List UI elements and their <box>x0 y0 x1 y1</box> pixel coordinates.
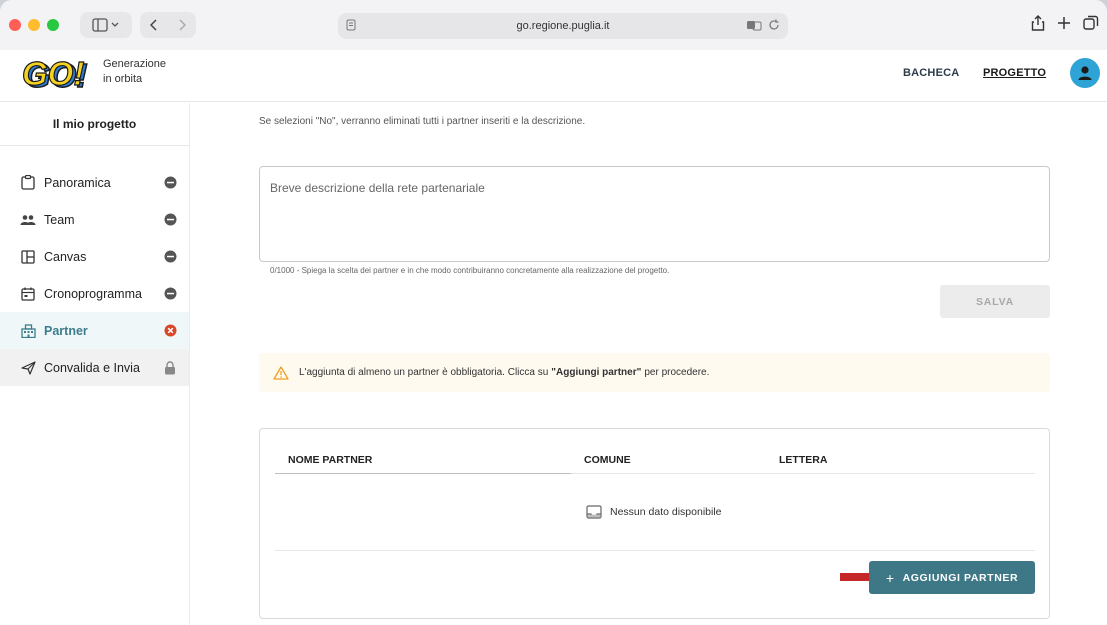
minus-icon <box>163 176 177 190</box>
brand-name: Generazione in orbita <box>103 58 166 85</box>
table-footer-divider <box>275 550 1035 551</box>
calendar-icon <box>20 286 36 302</box>
save-button[interactable]: SALVA <box>940 285 1050 318</box>
description-textarea[interactable] <box>260 167 1049 261</box>
warning-icon <box>273 365 289 380</box>
required-partner-alert: L'aggiunta di almeno un partner è obblig… <box>259 353 1050 392</box>
share-icon[interactable] <box>1031 15 1045 31</box>
sort-indicator <box>275 473 571 474</box>
url-text: go.regione.puglia.it <box>516 20 610 32</box>
maximize-window-button[interactable] <box>47 19 59 31</box>
inbox-icon <box>586 505 602 519</box>
column-lettera[interactable]: LETTERA <box>779 454 827 466</box>
main-content: Se selezioni "No", verranno eliminati tu… <box>191 103 1107 625</box>
building-icon <box>20 323 36 339</box>
sidebar-title: Il mio progetto <box>0 103 189 146</box>
browser-toolbar: go.regione.puglia.it <box>0 0 1107 50</box>
nav-progetto[interactable]: PROGETTO <box>983 67 1046 79</box>
column-nome-partner[interactable]: NOME PARTNER <box>288 454 372 466</box>
send-icon <box>20 360 36 376</box>
avatar[interactable] <box>1070 58 1100 88</box>
close-window-button[interactable] <box>9 19 21 31</box>
go-logo[interactable]: GO! GO! <box>21 54 88 94</box>
reload-icon[interactable] <box>768 19 780 31</box>
minus-icon <box>163 287 177 301</box>
chevron-left-icon <box>150 19 157 31</box>
browser-window: go.regione.puglia.it GO! GO! Generazione… <box>0 0 1107 625</box>
add-partner-label: AGGIUNGI PARTNER <box>902 571 1019 584</box>
translate-icon[interactable] <box>746 19 762 31</box>
clipboard-icon <box>20 175 36 191</box>
layout-icon <box>20 249 36 265</box>
tab-overview-icon[interactable] <box>1083 15 1099 31</box>
partner-table: NOME PARTNER COMUNE LETTERA Nessun dato … <box>259 428 1050 619</box>
forward-button[interactable] <box>168 19 196 31</box>
table-header: NOME PARTNER COMUNE LETTERA <box>275 449 1035 474</box>
sidebar-item-canvas[interactable]: Canvas <box>0 238 189 275</box>
alert-text-before: L'aggiunta di almeno un partner è obblig… <box>299 367 549 378</box>
people-icon <box>20 212 36 228</box>
alert-text-bold: "Aggiungi partner" <box>551 367 642 378</box>
lock-icon <box>163 360 177 375</box>
delete-warning-note: Se selezioni "No", verranno eliminati tu… <box>259 116 586 127</box>
minus-icon <box>163 250 177 264</box>
nav-bacheca[interactable]: BACHECA <box>903 67 959 79</box>
error-icon <box>163 324 177 338</box>
add-partner-button[interactable]: + AGGIUNGI PARTNER <box>869 561 1035 594</box>
description-field[interactable] <box>259 166 1050 262</box>
sidebar-icon <box>92 18 119 32</box>
sidebar-toggle-button[interactable] <box>80 12 132 38</box>
empty-state: Nessun dato disponibile <box>586 505 722 519</box>
chevron-right-icon <box>179 19 186 31</box>
app-header: GO! GO! Generazione in orbita BACHECA PR… <box>0 50 1107 102</box>
address-bar[interactable]: go.regione.puglia.it <box>338 13 788 39</box>
minus-icon <box>163 213 177 227</box>
user-icon <box>1078 66 1092 80</box>
logo-text: GO! <box>22 56 84 92</box>
empty-state-text: Nessun dato disponibile <box>610 506 722 518</box>
column-comune[interactable]: COMUNE <box>584 454 631 466</box>
new-tab-icon[interactable] <box>1057 15 1071 31</box>
sidebar-item-team[interactable]: Team <box>0 201 189 238</box>
page-settings-icon[interactable] <box>346 19 356 34</box>
minimize-window-button[interactable] <box>28 19 40 31</box>
sidebar-item-partner[interactable]: Partner <box>0 312 189 349</box>
alert-text-after: per procedere. <box>644 367 710 378</box>
navigation-buttons <box>140 12 196 38</box>
sidebar-item-panoramica[interactable]: Panoramica <box>0 164 189 201</box>
description-helper-text: 0/1000 - Spiega la scelta dei partner e … <box>270 266 670 275</box>
sidebar-item-convalida[interactable]: Convalida e Invia <box>0 349 189 386</box>
sidebar: Il mio progetto Panoramica Team Canvas C… <box>0 103 190 625</box>
plus-icon: + <box>885 569 895 586</box>
back-button[interactable] <box>140 19 168 31</box>
sidebar-item-cronoprogramma[interactable]: Cronoprogramma <box>0 275 189 312</box>
